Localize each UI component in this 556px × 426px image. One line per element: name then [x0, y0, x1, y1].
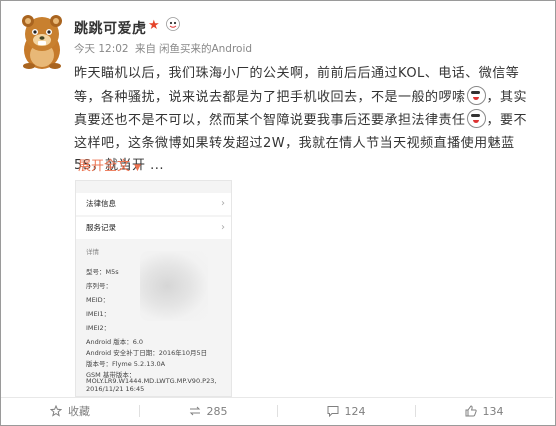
- chevron-down-icon: ▼: [134, 163, 141, 173]
- serial-line: 序列号：: [86, 282, 112, 290]
- legal-info-row: 法律信息 ›: [76, 193, 231, 215]
- android-version-line: Android 版本：6.0: [86, 338, 144, 346]
- post-text: 昨天瞄机以后，我们珠海小厂的公关啊，前前后后通过KOL、电话、微信等等，各种骚扰…: [74, 63, 536, 178]
- meid-line: MEID：: [86, 296, 110, 304]
- post-time[interactable]: 今天 12:02: [74, 43, 129, 55]
- model-line: 型号：M5s: [86, 268, 119, 276]
- repost-icon: [189, 406, 200, 416]
- expand-label: 展开全文: [78, 159, 131, 174]
- comment-button[interactable]: 124: [277, 398, 415, 424]
- star-outline-icon: [50, 405, 62, 417]
- expand-full-text-link[interactable]: 展开全文 ▼: [78, 155, 141, 174]
- emoji-icon: [466, 109, 486, 128]
- post-text-part-1: 昨天瞄机以后，我们珠海小厂的公关啊，前前后后通过KOL、电话、微信等等，各种骚扰…: [74, 66, 520, 105]
- source-prefix: 来自: [134, 43, 156, 55]
- repost-count: 285: [206, 404, 228, 418]
- emoji-icon: [466, 85, 486, 105]
- post-source[interactable]: 闲鱼买来的Android: [159, 43, 252, 55]
- chevron-right-icon: ›: [221, 222, 225, 233]
- service-record-row: 服务记录 ›: [76, 217, 231, 239]
- repost-button[interactable]: 285: [139, 398, 277, 424]
- baseband-date: 2016/11/21 16:45: [86, 385, 145, 393]
- action-bar: 收藏 285 124 134: [1, 398, 553, 424]
- baseband-value: MOLY.LR9.W1444.MD.LWTG.MP.V90.P23,: [86, 377, 217, 385]
- member-star-icon: ★: [148, 18, 160, 33]
- comment-icon: [327, 406, 338, 417]
- user-name[interactable]: 跳跳可爱虎: [74, 18, 147, 38]
- thumbs-up-icon: [465, 405, 477, 417]
- imei2-line: IMEI2：: [86, 324, 111, 332]
- favorite-button[interactable]: 收藏: [1, 398, 139, 424]
- like-button[interactable]: 134: [415, 398, 553, 424]
- like-count: 134: [482, 404, 504, 418]
- security-patch-line: Android 安全补丁日期：2016年10月5日: [86, 349, 208, 357]
- chevron-right-icon: ›: [221, 198, 225, 209]
- redacted-blur: [140, 251, 208, 321]
- post-meta: 今天 12:02 来自 闲鱼买来的Android: [74, 41, 252, 56]
- details-section-header: 详情: [86, 248, 99, 256]
- comment-count: 124: [344, 404, 366, 418]
- attached-image[interactable]: 法律信息 › 服务记录 › 详情 型号：M5s 序列号： MEID： IMEI1： …: [75, 180, 232, 397]
- imei1-line: IMEI1：: [86, 310, 111, 318]
- user-avatar[interactable]: [20, 14, 64, 70]
- favorite-label: 收藏: [68, 405, 90, 418]
- legal-info-label: 法律信息: [86, 199, 116, 208]
- vip-badge-icon: [166, 17, 180, 31]
- service-record-label: 服务记录: [86, 223, 116, 232]
- build-version-line: 版本号：Flyme 5.2.13.0A: [86, 360, 166, 368]
